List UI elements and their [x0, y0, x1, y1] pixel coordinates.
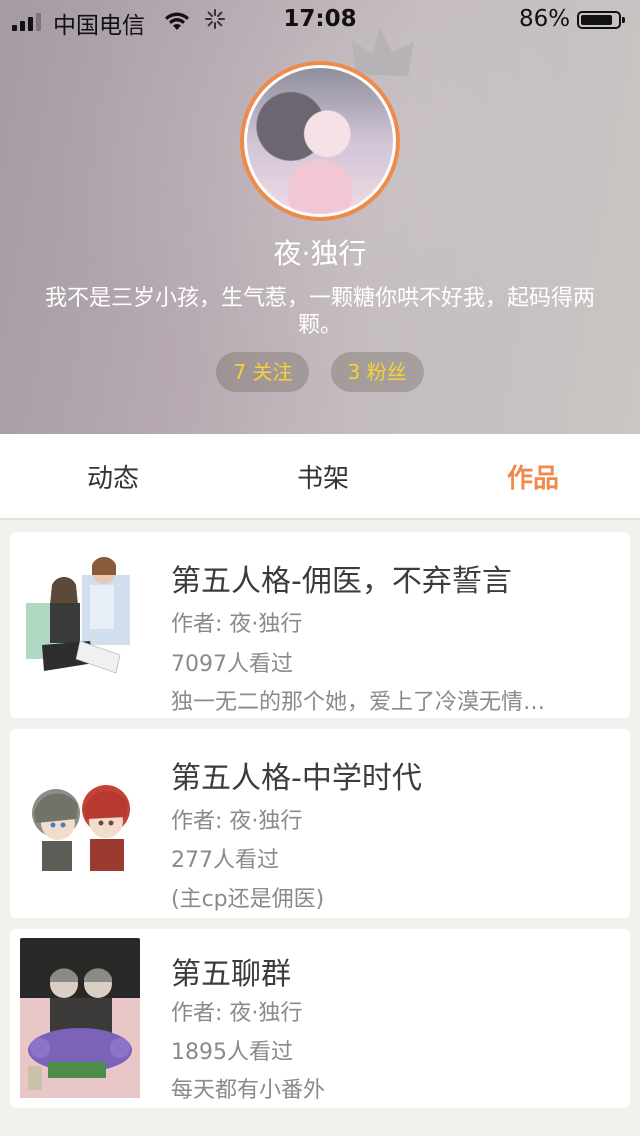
profile-header: 中国电信 17:08 86% 夜·独行 我不是三岁小孩，生气惹，一颗糖你哄不好我… [0, 0, 640, 434]
followers-button[interactable]: 3 粉丝 [330, 352, 424, 392]
work-author: 作者: 夜·独行 [171, 1001, 303, 1026]
work-author: 作者: 夜·独行 [171, 612, 303, 637]
work-views: 1895人看过 [171, 1040, 293, 1065]
work-cover-image [20, 545, 140, 705]
work-views: 277人看过 [171, 848, 279, 873]
avatar-image [247, 68, 393, 214]
tab-activity[interactable]: 动态 [43, 458, 183, 495]
battery-percentage: 86% [519, 6, 571, 32]
work-author: 作者: 夜·独行 [171, 809, 303, 834]
follow-stats: 7 关注 3 粉丝 [0, 352, 640, 392]
work-description: 独一无二的那个她，爱上了冷漠无情… [171, 690, 546, 715]
work-title[interactable]: 第五人格-佣医，不弃誓言 [171, 556, 512, 600]
work-card[interactable]: 第五人格-中学时代 作者: 夜·独行 277人看过 (主cp还是佣医) [10, 729, 630, 918]
work-title[interactable]: 第五人格-中学时代 [171, 753, 422, 797]
work-views: 7097人看过 [171, 652, 293, 677]
work-description: (主cp还是佣医) [171, 887, 325, 912]
tab-works[interactable]: 作品 [463, 458, 603, 495]
work-card[interactable]: 第五聊群 作者: 夜·独行 1895人看过 每天都有小番外 [10, 929, 630, 1108]
works-list: 第五人格-佣医，不弃誓言 作者: 夜·独行 7097人看过 独一无二的那个她，爱… [10, 532, 630, 1119]
status-bar: 中国电信 17:08 86% [0, 0, 640, 40]
work-cover-image [20, 743, 140, 903]
username: 夜·独行 [273, 237, 367, 270]
tab-bookshelf[interactable]: 书架 [253, 458, 393, 495]
user-bio: 我不是三岁小孩，生气惹，一颗糖你哄不好我，起码得两颗。 [44, 286, 595, 338]
work-title[interactable]: 第五聊群 [171, 949, 291, 993]
battery-icon [577, 11, 625, 29]
work-card[interactable]: 第五人格-佣医，不弃誓言 作者: 夜·独行 7097人看过 独一无二的那个她，爱… [10, 532, 630, 718]
following-button[interactable]: 7 关注 [216, 352, 310, 392]
work-cover-image [20, 938, 140, 1098]
profile-tabs: 动态 书架 作品 [0, 434, 640, 520]
avatar[interactable] [240, 61, 400, 221]
work-description: 每天都有小番外 [171, 1078, 326, 1103]
